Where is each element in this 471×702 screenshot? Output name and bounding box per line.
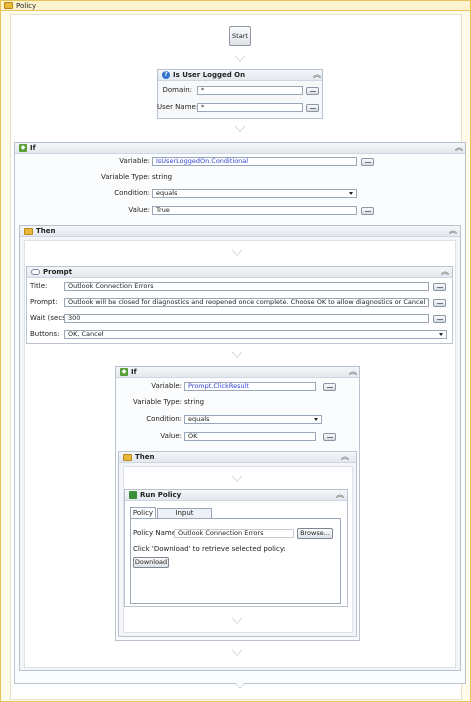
variable-field[interactable]: Prompt.ClickResult — [184, 382, 316, 391]
collapse-chevron-icon[interactable]: ︽ — [313, 70, 321, 79]
if-header[interactable]: ◆ If — [15, 143, 465, 154]
policy-name-field[interactable]: Outlook Connection Errors — [174, 529, 294, 538]
if-title: If — [30, 144, 36, 152]
run-policy-header[interactable]: Run Policy — [125, 490, 347, 501]
condition-value: equals — [156, 189, 178, 197]
nested-then-header[interactable]: Then — [119, 452, 356, 463]
is-user-logged-on-title: Is User Logged On — [173, 71, 246, 79]
policy-name-label: Policy Name: — [133, 529, 179, 537]
prompt-title-label: Title: — [30, 282, 48, 290]
variable-expression-button[interactable] — [323, 383, 336, 391]
collapse-chevron-icon[interactable]: ︽ — [341, 452, 349, 461]
condition-label: Condition: — [146, 415, 182, 423]
variable-expression-button[interactable] — [361, 158, 374, 166]
buttons-label: Buttons: — [30, 330, 60, 338]
policy-title: Policy — [16, 1, 37, 10]
prompt-expression-button[interactable] — [433, 299, 446, 307]
domain-field[interactable]: * — [197, 86, 303, 95]
variable-label: Variable: — [119, 157, 150, 165]
collapse-chevron-icon[interactable]: ︽ — [441, 267, 449, 276]
prompt-title: Prompt — [43, 268, 73, 276]
nested-if-header[interactable]: ◆ If — [116, 367, 359, 378]
prompt-title-field[interactable]: Outlook Connection Errors — [64, 282, 429, 291]
flow-arrow-icon — [232, 476, 242, 482]
download-hint: Click 'Download' to retrieve selected po… — [133, 545, 286, 553]
username-label: User Name: — [157, 103, 199, 111]
collapse-chevron-icon[interactable]: ︽ — [455, 143, 463, 152]
value-field[interactable]: True — [152, 206, 357, 215]
variable-type-label: Variable Type: — [100, 173, 150, 181]
tab-policy[interactable]: Policy — [130, 507, 156, 518]
domain-expression-button[interactable] — [306, 87, 319, 95]
dropdown-arrow-icon[interactable] — [439, 333, 443, 336]
value-label: Value: — [128, 206, 150, 214]
title-expression-button[interactable] — [433, 283, 446, 291]
run-policy-title: Run Policy — [140, 491, 182, 499]
prompt-message-field[interactable]: Outlook will be closed for diagnostics a… — [64, 298, 429, 307]
flow-arrow-icon — [232, 650, 242, 656]
flow-arrow-icon — [232, 250, 242, 256]
variable-type-value: string — [152, 173, 173, 181]
domain-label: Domain: — [162, 86, 192, 94]
condition-select[interactable]: equals — [184, 415, 322, 424]
condition-label: Condition: — [114, 189, 150, 197]
flow-arrow-icon — [232, 618, 242, 624]
condition-value: equals — [188, 415, 210, 423]
is-user-logged-on-header[interactable]: ? Is User Logged On — [158, 70, 322, 81]
then-header[interactable]: Then — [20, 226, 460, 237]
dropdown-arrow-icon[interactable] — [349, 192, 353, 195]
run-policy-icon — [129, 491, 137, 499]
speech-bubble-icon — [31, 269, 40, 275]
prompt-header[interactable]: Prompt — [27, 267, 452, 278]
condition-select[interactable]: equals — [152, 189, 357, 198]
dropdown-arrow-icon[interactable] — [314, 418, 318, 421]
if-icon: ◆ — [19, 144, 27, 152]
wait-field[interactable]: 300 — [64, 314, 429, 323]
variable-type-value: string — [184, 398, 205, 406]
browse-button[interactable]: Browse... — [297, 528, 333, 539]
value-label: Value: — [160, 432, 182, 440]
flow-arrow-icon — [232, 352, 242, 358]
download-button[interactable]: Download — [133, 557, 169, 568]
variable-label: Variable: — [151, 382, 182, 390]
variable-field[interactable]: IsUserLoggedOn.Conditional — [152, 157, 357, 166]
collapse-chevron-icon[interactable]: ︽ — [449, 226, 457, 235]
question-icon: ? — [162, 71, 170, 79]
username-field[interactable]: * — [197, 103, 303, 112]
flow-arrow-icon — [235, 126, 245, 132]
username-expression-button[interactable] — [306, 104, 319, 112]
folder-icon — [24, 227, 33, 235]
if-icon: ◆ — [120, 368, 128, 376]
then-title: Then — [36, 227, 56, 235]
collapse-chevron-icon[interactable]: ︽ — [336, 490, 344, 499]
tab-policy-label: Policy — [132, 509, 154, 517]
folder-icon — [123, 453, 132, 461]
value-expression-button[interactable] — [361, 207, 374, 215]
nested-then-title: Then — [135, 453, 155, 461]
policy-header[interactable]: Policy — [1, 1, 470, 11]
collapse-chevron-icon[interactable]: ︽ — [349, 367, 357, 376]
flow-arrow-icon — [235, 683, 245, 689]
prompt-message-label: Prompt: — [30, 298, 58, 306]
buttons-select[interactable]: OK, Cancel — [64, 330, 447, 339]
folder-icon — [4, 2, 13, 9]
nested-if-title: If — [131, 368, 137, 376]
start-node[interactable]: Start — [229, 26, 251, 46]
value-field[interactable]: OK — [184, 432, 316, 441]
tab-input-parameters[interactable]: Input Parameters — [157, 508, 212, 526]
variable-type-label: Variable Type: — [132, 398, 182, 406]
start-label: Start — [232, 32, 248, 40]
flow-arrow-icon — [235, 56, 245, 62]
wait-expression-button[interactable] — [433, 315, 446, 323]
buttons-value: OK, Cancel — [68, 330, 104, 338]
value-expression-button[interactable] — [323, 433, 336, 441]
